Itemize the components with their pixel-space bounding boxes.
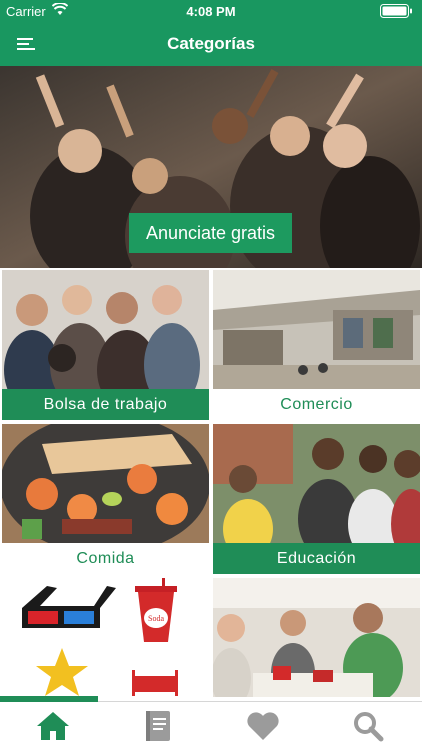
page-title: Categorías [167,34,255,53]
search-icon [354,712,384,742]
home-icon [37,712,69,740]
tab-search[interactable] [315,702,420,750]
book-icon [146,711,170,741]
jobs-photo [2,270,209,389]
volunteer-photo [213,578,420,697]
heart-icon [247,712,279,740]
education-photo [213,424,420,543]
entertainment-photo: Soda [2,578,209,697]
category-tile-jobs[interactable]: Bolsa de trabajo [2,270,209,420]
category-tile-education[interactable]: Educación [213,424,420,574]
category-label: Comercio [213,389,420,420]
category-label: Bolsa de trabajo [2,389,209,420]
status-bar: Carrier 4:08 PM [0,0,422,22]
tab-home[interactable] [0,702,105,750]
post-ad-button[interactable]: Anunciate gratis [129,213,292,253]
battery-icon [380,4,414,18]
navigation-bar: Categorías [0,22,422,66]
hero-banner: Anunciate gratis [0,66,422,268]
food-photo [2,424,209,543]
status-time: 4:08 PM [186,4,236,19]
category-tile-food[interactable]: Comida [2,424,209,574]
tab-catalog[interactable] [105,702,210,750]
tab-favorites[interactable] [210,702,315,750]
category-tile-commerce[interactable]: Comercio [213,270,420,420]
tab-bar [0,696,422,750]
svg-text:Soda: Soda [148,614,164,623]
category-label: Comida [2,543,209,574]
category-label: Educación [213,543,420,574]
commerce-photo [213,270,420,389]
